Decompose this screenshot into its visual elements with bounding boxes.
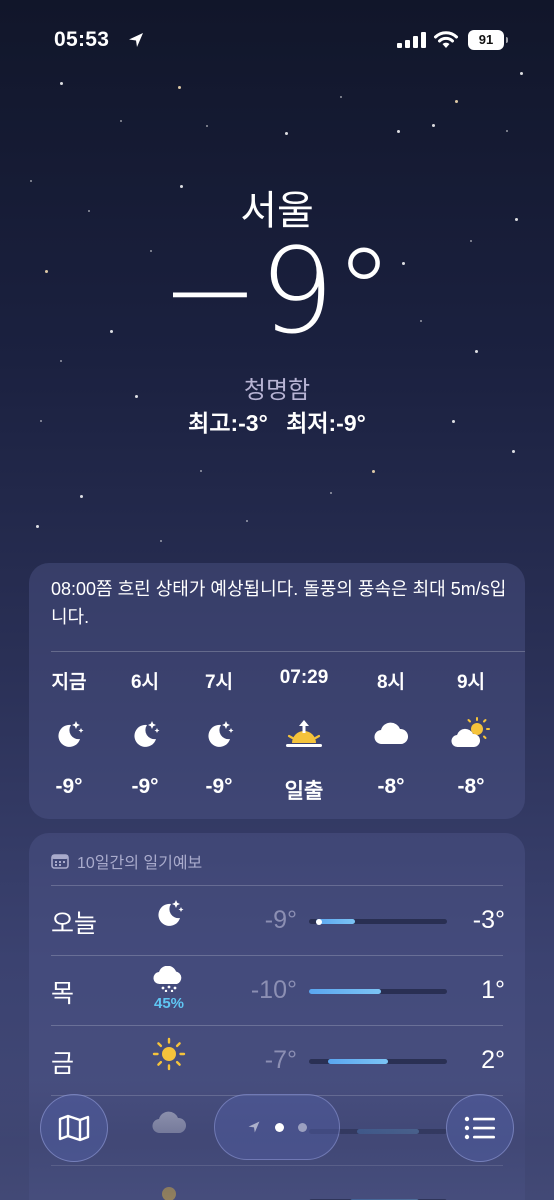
moon-stars-icon xyxy=(147,896,191,935)
temp-range-fill xyxy=(315,919,355,924)
ten-day-title: 10일간의 일기예보 xyxy=(77,855,203,872)
hour-temp: -8° xyxy=(377,775,405,798)
hour-label: 9시 xyxy=(456,672,486,693)
hour-item: 6시 -9° xyxy=(109,667,181,799)
wifi-icon xyxy=(434,31,458,48)
hour-label: 6시 xyxy=(130,672,160,693)
calendar-icon xyxy=(51,854,69,869)
moon-stars-icon xyxy=(33,717,105,753)
day-row-today[interactable]: 오늘 -9° -3° xyxy=(29,886,525,956)
status-bar: 05:53 91 xyxy=(0,28,554,56)
cloud-icon xyxy=(355,717,427,753)
hourly-forecast-card[interactable]: 08:00쯤 흐린 상태가 예상됩니다. 돌풍의 풍속은 최대 5m/s입니다.… xyxy=(29,563,525,819)
hour-item: 7시 -9° xyxy=(183,667,255,799)
page-dot-current[interactable] xyxy=(275,1122,284,1132)
day-name: 금 xyxy=(51,1050,75,1078)
divider xyxy=(51,651,525,652)
sun-icon xyxy=(147,1036,191,1077)
day-high: -3° xyxy=(472,906,505,934)
current-condition: 청명함 xyxy=(243,377,311,404)
cloud-snow-icon: 45% xyxy=(147,965,191,1012)
day-high: 1° xyxy=(481,976,505,1004)
hour-label: 7시 xyxy=(204,672,234,693)
day-name: 오늘 xyxy=(51,910,98,938)
hour-item: 9시 -8° xyxy=(435,667,507,799)
day-low: -10° xyxy=(250,976,297,1004)
hour-temp: -9° xyxy=(55,775,83,798)
temp-range-fill xyxy=(328,1059,388,1064)
temp-range-fill xyxy=(309,989,381,994)
day-low: -7° xyxy=(264,1046,297,1074)
day-low: -9° xyxy=(264,906,297,934)
status-time: 05:53 xyxy=(54,28,110,51)
battery-indicator: 91 xyxy=(468,30,508,50)
hour-temp: -9° xyxy=(131,775,159,798)
day-row-thursday[interactable]: 목 45% -10° 1° xyxy=(29,956,525,1026)
day-name: 목 xyxy=(51,980,75,1008)
page-dot[interactable] xyxy=(298,1122,307,1132)
hour-label: 07:29 xyxy=(279,667,329,688)
precip-chance: 45% xyxy=(153,995,185,1012)
location-arrow-icon xyxy=(248,1121,260,1133)
hour-label: 지금 xyxy=(51,672,87,693)
location-arrow-icon xyxy=(129,33,143,47)
city-list-button[interactable] xyxy=(446,1094,514,1162)
hour-temp: 일출 xyxy=(284,780,324,803)
sunrise-icon xyxy=(268,717,340,753)
high-low: 최고:-3° 최저:-9° xyxy=(0,404,554,438)
temp-range-track xyxy=(309,918,447,925)
day-high: 2° xyxy=(481,1046,505,1074)
hour-temp: -8° xyxy=(457,775,485,798)
current-temp-dot xyxy=(315,918,322,925)
list-icon xyxy=(464,1116,495,1140)
temp-range-track xyxy=(309,989,447,994)
high-temp: 최고:-3° xyxy=(188,410,268,436)
map-icon xyxy=(58,1114,90,1142)
map-button[interactable] xyxy=(40,1094,108,1162)
moon-stars-icon xyxy=(183,717,255,753)
hour-item: 07:29 일출 xyxy=(268,667,340,805)
hour-temp: -9° xyxy=(205,775,233,798)
moon-stars-icon xyxy=(109,717,181,753)
hour-item: 지금 -9° xyxy=(33,667,105,799)
temp-range-track xyxy=(309,1059,447,1064)
ten-day-header: 10일간의 일기예보 xyxy=(51,849,202,873)
low-temp: 최저:-9° xyxy=(286,410,366,436)
page-indicator[interactable] xyxy=(214,1094,340,1160)
hour-label: 8시 xyxy=(376,672,406,693)
current-temperature: −9° xyxy=(160,222,394,360)
cellular-signal-icon xyxy=(397,32,426,48)
sun-cloud-icon xyxy=(435,717,507,753)
hour-item: 8시 -8° xyxy=(355,667,427,799)
forecast-summary: 08:00쯤 흐린 상태가 예상됩니다. 돌풍의 풍속은 최대 5m/s입니다. xyxy=(51,579,507,627)
